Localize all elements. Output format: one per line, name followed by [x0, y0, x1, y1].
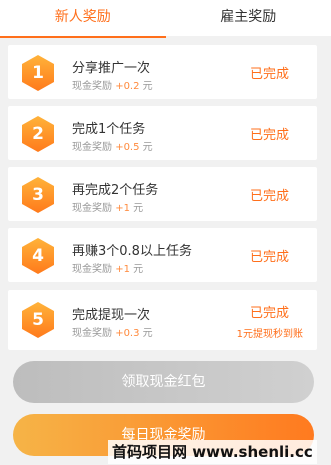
reward-label: 现金奖励: [72, 203, 112, 214]
task-reward: 现金奖励 +0.3 元: [72, 324, 153, 339]
task-reward: 现金奖励 +1 元: [72, 199, 143, 214]
reward-amount: +0.3: [115, 328, 140, 339]
task-title: 再完成2个任务: [72, 183, 159, 198]
task-card: 3 再完成2个任务 现金奖励 +1 元 已完成: [8, 167, 317, 221]
task-reward: 现金奖励 +1 元: [72, 260, 143, 275]
task-card: 1 分享推广一次 现金奖励 +0.2 元 已完成: [8, 45, 317, 99]
reward-unit: 元: [133, 203, 144, 214]
step-number: 5: [32, 310, 44, 330]
step-number: 4: [32, 246, 44, 266]
step-number-badge: 2: [22, 116, 54, 152]
step-number-badge: 1: [22, 55, 54, 91]
reward-label: 现金奖励: [72, 142, 112, 153]
step-number-badge: 5: [22, 302, 54, 338]
watermark: 首码项目网 www.shenli.cc: [108, 440, 317, 464]
reward-label: 现金奖励: [72, 264, 112, 275]
task-reward: 现金奖励 +0.5 元: [72, 138, 153, 153]
task-card: 5 完成提现一次 现金奖励 +0.3 元 已完成 1元提现秒到账: [8, 290, 317, 350]
step-number: 3: [32, 185, 44, 205]
reward-label: 现金奖励: [72, 328, 112, 339]
step-number-badge: 4: [22, 238, 54, 274]
reward-unit: 元: [142, 81, 153, 92]
task-title: 再赚3个0.8以上任务: [72, 244, 192, 259]
tab-employer-rewards[interactable]: 雇主奖励: [166, 0, 331, 36]
task-title: 分享推广一次: [72, 61, 151, 76]
tab-bar: 新人奖励 雇主奖励: [0, 0, 331, 38]
reward-amount: +0.5: [115, 142, 140, 153]
step-number: 1: [32, 63, 44, 83]
claim-cash-red-packet-button[interactable]: 领取现金红包: [13, 361, 314, 403]
step-number: 2: [32, 124, 44, 144]
task-status: 已完成: [249, 128, 289, 143]
tab-new-user-rewards[interactable]: 新人奖励: [0, 0, 166, 38]
reward-unit: 元: [133, 264, 144, 275]
reward-amount: +1: [115, 203, 130, 214]
reward-amount: +1: [115, 264, 130, 275]
task-card: 2 完成1个任务 现金奖励 +0.5 元 已完成: [8, 106, 317, 160]
task-status: 已完成: [249, 250, 289, 265]
reward-unit: 元: [142, 142, 153, 153]
task-card: 4 再赚3个0.8以上任务 现金奖励 +1 元 已完成: [8, 228, 317, 282]
task-status: 已完成: [249, 189, 289, 204]
reward-amount: +0.2: [115, 81, 140, 92]
withdraw-note: 1元提现秒到账: [236, 329, 303, 340]
step-number-badge: 3: [22, 177, 54, 213]
reward-unit: 元: [142, 328, 153, 339]
task-status: 已完成: [249, 67, 289, 82]
reward-label: 现金奖励: [72, 81, 112, 92]
task-title: 完成1个任务: [72, 122, 146, 137]
task-reward: 现金奖励 +0.2 元: [72, 77, 153, 92]
task-status: 已完成: [249, 306, 289, 321]
task-title: 完成提现一次: [72, 308, 151, 323]
